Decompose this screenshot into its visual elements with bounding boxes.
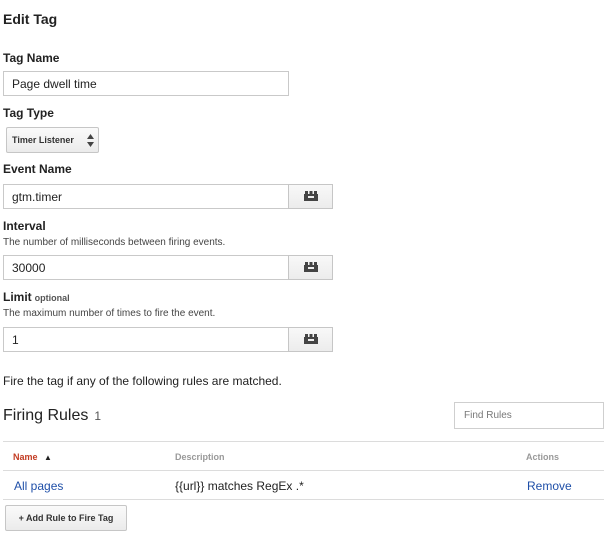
limit-label: Limit optional [3,290,70,304]
firing-rules-count: 1 [94,409,102,423]
add-rule-button[interactable]: + Add Rule to Fire Tag [5,505,127,531]
column-header-name[interactable]: Name ▲ [13,452,52,462]
macro-picker-icon [303,259,318,277]
interval-input[interactable] [3,255,289,280]
limit-label-text: Limit [3,290,32,304]
sort-arrow-up-icon: ▲ [44,453,52,462]
column-header-actions: Actions [526,452,560,462]
updown-arrows-icon [87,134,94,147]
event-name-input[interactable] [3,184,289,209]
interval-help-text: The number of milliseconds between firin… [3,237,226,248]
tag-type-select[interactable]: Timer Listener [6,127,99,153]
edit-tag-page: Edit Tag Tag Name Tag Type Timer Listene… [0,0,604,542]
table-top-divider [3,441,604,442]
macro-picker-icon [303,331,318,349]
tag-type-selected-value: Timer Listener [12,135,74,145]
event-name-label: Event Name [3,162,72,176]
table-bottom-divider [3,499,604,500]
column-header-description: Description [175,452,225,462]
interval-label: Interval [3,219,46,233]
firing-rules-intro: Fire the tag if any of the following rul… [3,374,282,388]
column-header-name-label: Name [13,452,38,462]
limit-input[interactable] [3,327,289,352]
rule-name-link[interactable]: All pages [14,479,63,493]
firing-rules-title: Firing Rules [3,407,89,424]
tag-name-label: Tag Name [3,51,60,65]
tag-name-input[interactable] [3,71,289,96]
rule-description: {{url}} matches RegEx .* [175,479,304,493]
page-title: Edit Tag [3,11,58,27]
header-divider [3,470,604,471]
limit-optional-tag: optional [34,293,70,303]
event-name-macro-button[interactable] [288,184,333,209]
interval-macro-button[interactable] [288,255,333,280]
macro-picker-icon [303,188,318,206]
limit-macro-button[interactable] [288,327,333,352]
tag-type-label: Tag Type [3,106,54,120]
limit-help-text: The maximum number of times to fire the … [3,308,216,319]
find-rules-input[interactable] [454,402,604,429]
firing-rules-heading: Firing Rules 1 [3,407,101,425]
remove-rule-link[interactable]: Remove [527,479,572,493]
